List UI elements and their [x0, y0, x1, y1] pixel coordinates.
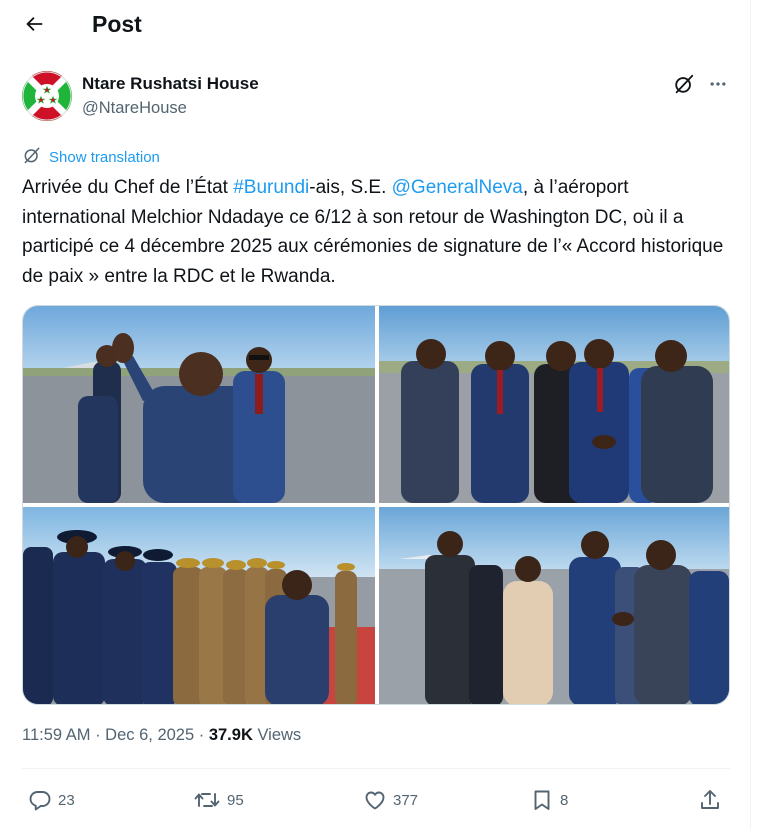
repost-count: 95 [227, 791, 244, 809]
repost-button[interactable]: 95 [193, 779, 244, 821]
reply-bubble-icon [28, 788, 52, 812]
like-count: 377 [393, 791, 419, 809]
translate-slash-icon [22, 145, 42, 170]
show-translation-label: Show translation [49, 149, 160, 166]
arrow-left-icon [23, 13, 45, 40]
post-header: Post [0, 0, 751, 53]
photo-4[interactable] [379, 507, 729, 704]
divider [22, 768, 730, 769]
author-name[interactable]: Ntare Rushatsi House [82, 74, 259, 94]
author-handle[interactable]: @NtareHouse [82, 99, 187, 118]
repost-arrows-icon [193, 788, 221, 812]
grok-slash-circle-icon [673, 73, 695, 100]
mention-link[interactable]: @GeneralNeva [392, 177, 523, 198]
views-label: Views [252, 726, 302, 744]
burundi-flag-emblem-icon [22, 71, 72, 121]
bookmark-button[interactable]: 8 [530, 779, 568, 821]
bookmark-count: 8 [560, 791, 569, 809]
photo-1[interactable] [23, 306, 375, 503]
back-button[interactable] [16, 8, 52, 44]
like-button[interactable]: 377 [363, 779, 418, 821]
photo-2[interactable] [379, 306, 729, 503]
post-date[interactable]: Dec 6, 2025 [105, 726, 194, 744]
grok-button[interactable] [670, 72, 698, 100]
hashtag-link[interactable]: #Burundi [233, 177, 309, 198]
tweet-text-part: -ais, S.E. [309, 177, 392, 198]
share-upload-icon [698, 788, 722, 812]
reply-count: 23 [58, 791, 75, 809]
meta-separator: · [194, 726, 209, 744]
meta-separator: · [90, 726, 106, 744]
bookmark-icon [530, 788, 554, 812]
more-dots-icon [708, 74, 728, 99]
share-button[interactable] [698, 779, 722, 821]
post-time[interactable]: 11:59 AM [22, 726, 91, 744]
avatar[interactable] [22, 71, 72, 121]
photo-3[interactable] [23, 507, 375, 704]
views-count: 37.9K [208, 726, 253, 744]
tweet-text: Arrivée du Chef de l’État #Burundi-ais, … [22, 173, 734, 291]
reply-button[interactable]: 23 [28, 779, 75, 821]
action-bar: 23 95 377 8 [0, 779, 751, 821]
page-title: Post [92, 11, 142, 37]
more-options-button[interactable] [704, 72, 732, 100]
tweet-text-part: Arrivée du Chef de l’État [22, 177, 234, 198]
heart-icon [363, 788, 387, 812]
post-page: Post Ntare Rushatsi House @NtareHouse Sh… [0, 0, 751, 829]
media-grid [22, 305, 730, 705]
show-translation-link[interactable]: Show translation [22, 145, 160, 170]
post-meta: 11:59 AM · Dec 6, 2025 · 37.9K Views [22, 726, 301, 745]
